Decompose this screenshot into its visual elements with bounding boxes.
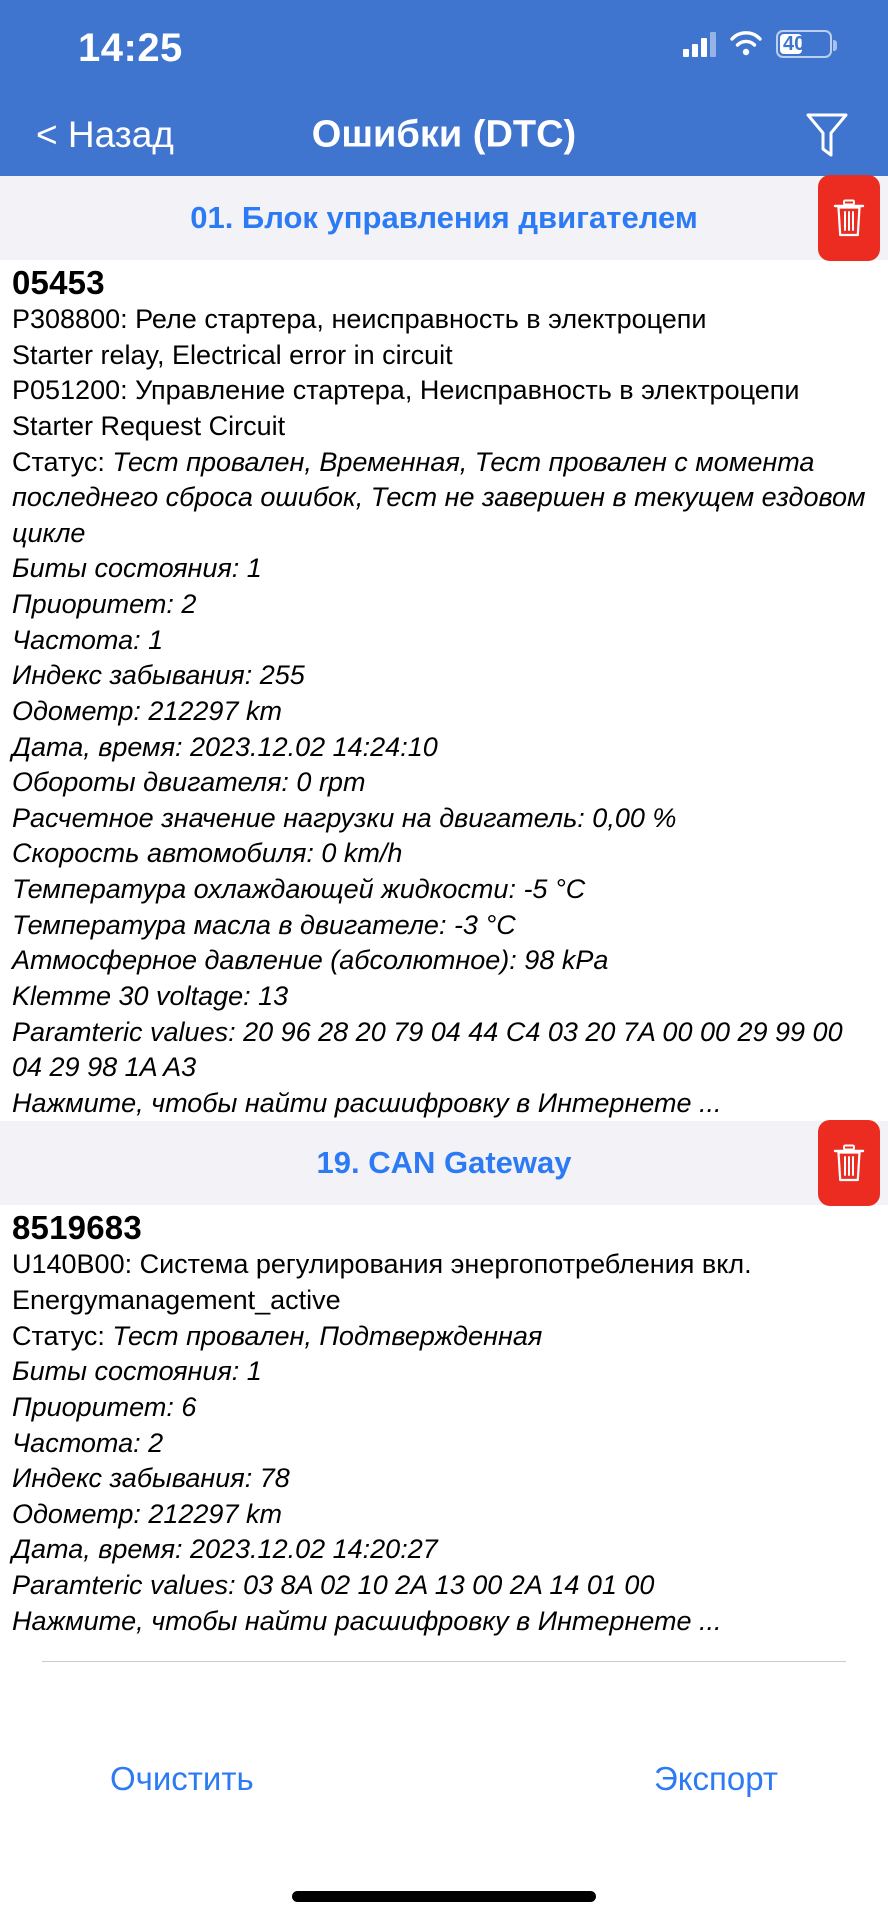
export-button[interactable]: Экспорт (654, 1760, 778, 1798)
ecu-section-header: 01. Блок управления двигателем (0, 175, 888, 261)
dtc-detail-line: Обороты двигателя: 0 rpm (12, 767, 366, 798)
delete-section-button[interactable] (818, 175, 880, 261)
page-title: Ошибки (DTC) (311, 113, 577, 156)
ecu-section-header: 19. CAN Gateway (0, 1120, 888, 1207)
delete-section-button[interactable] (818, 1120, 880, 1207)
dtc-detail-line: Дата, время: 2023.12.02 14:24:10 (12, 731, 438, 762)
dtc-detail-line: Одометр: 212297 km (12, 1498, 282, 1529)
trash-icon (833, 199, 865, 237)
dtc-detail-line: Нажмите, чтобы найти расшифровку в Интер… (12, 1087, 722, 1118)
dtc-detail-line: Приоритет: 2 (12, 589, 197, 619)
wifi-icon (730, 31, 762, 57)
dtc-code: 8519683 (12, 1209, 142, 1247)
status-bar-time: 14:25 (78, 26, 183, 70)
dtc-detail-line: Расчетное значение нагрузки на двигатель… (12, 802, 677, 833)
dtc-detail-line: Биты состояния: 1 (12, 553, 262, 584)
dtc-detail-line: Paramteric values: 03 8A 02 10 2A 13 00 … (12, 1570, 655, 1600)
home-indicator (292, 1891, 596, 1902)
dtc-detail-line: Частота: 1 (12, 624, 164, 655)
dtc-sections: 01. Блок управления двигателем 05453 P3088… (0, 175, 888, 1663)
top-bar: 14:25 40 < Назад Ошибки (DTC) (0, 0, 888, 176)
dtc-detail-line: Скорость автомобиля: 0 km/h (12, 838, 403, 869)
list-end-divider (42, 1661, 846, 1663)
dtc-detail-line: Klemme 30 voltage: 13 (12, 980, 289, 1011)
dtc-detail-label: Статус: (12, 1320, 113, 1351)
dtc-detail-line: Индекс забывания: 255 (12, 660, 305, 691)
cellular-signal-icon (683, 31, 716, 57)
dtc-detail-line: P051200: Управление стартера, Неисправно… (12, 375, 800, 406)
trash-icon (833, 1144, 865, 1182)
dtc-detail-line: U140B00: Система регулирования энергопот… (12, 1249, 752, 1280)
footer-actions: Очистить Экспорт (0, 1760, 888, 1798)
dtc-detail-line: Статус: Тест провален, Временная, Тест п… (0, 445, 888, 552)
back-button[interactable]: < Назад (36, 114, 174, 156)
dtc-detail-line: Starter Request Circuit (12, 410, 286, 441)
dtc-detail-line: Частота: 2 (12, 1427, 164, 1458)
dtc-code: 05453 (12, 264, 105, 301)
dtc-detail-line: P308800: Реле стартера, неисправность в … (12, 304, 707, 334)
dtc-detail-line: Атмосферное давление (абсолютное): 98 kP… (12, 945, 609, 976)
dtc-screen: 14:25 40 < Назад Ошибки (DTC) 01. Блок у… (0, 0, 888, 1920)
dtc-detail-line: Индекс забывания: 78 (12, 1463, 290, 1494)
dtc-detail-line: Paramteric values: 20 96 28 20 79 04 44 … (12, 1016, 843, 1083)
dtc-detail-value: Тест провален, Подтвержденная (112, 1320, 543, 1351)
battery-level-label: 40 (783, 32, 806, 55)
filter-funnel-icon[interactable] (804, 111, 850, 159)
status-bar-icons: 40 (683, 30, 837, 58)
dtc-detail-line: Приоритет: 6 (12, 1391, 197, 1422)
dtc-detail-line: Температура охлаждающей жидкости: -5 °C (12, 874, 586, 904)
status-bar: 14:25 40 (0, 0, 888, 94)
navigation-bar: < Назад Ошибки (DTC) (0, 94, 888, 176)
dtc-detail-line: Energymanagement_active (12, 1285, 341, 1315)
clear-button[interactable]: Очистить (110, 1760, 254, 1798)
dtc-detail-value: Тест провален, Временная, Тест провален … (12, 446, 866, 548)
ecu-section-title: 01. Блок управления двигателем (190, 200, 698, 235)
dtc-detail-label: Статус: (12, 446, 113, 477)
battery-icon: 40 (776, 30, 837, 58)
dtc-detail-line: Температура масла в двигателе: -3 °C (12, 909, 516, 940)
dtc-entry[interactable]: 8519683 U140B00: Система регулирования эн… (0, 1205, 888, 1639)
dtc-detail-line: Биты состояния: 1 (12, 1356, 262, 1387)
dtc-detail-line: Статус: Тест провален, Подтвержденная (0, 1319, 888, 1355)
dtc-detail-line: Дата, время: 2023.12.02 14:20:27 (12, 1534, 438, 1565)
dtc-detail-line: Starter relay, Electrical error in circu… (12, 339, 453, 370)
dtc-entry[interactable]: 05453 P308800: Реле стартера, неисправнос… (0, 260, 888, 1121)
dtc-detail-line: Одометр: 212297 km (12, 695, 282, 726)
ecu-section-title: 19. CAN Gateway (316, 1145, 572, 1181)
dtc-detail-line: Нажмите, чтобы найти расшифровку в Интер… (12, 1605, 722, 1636)
